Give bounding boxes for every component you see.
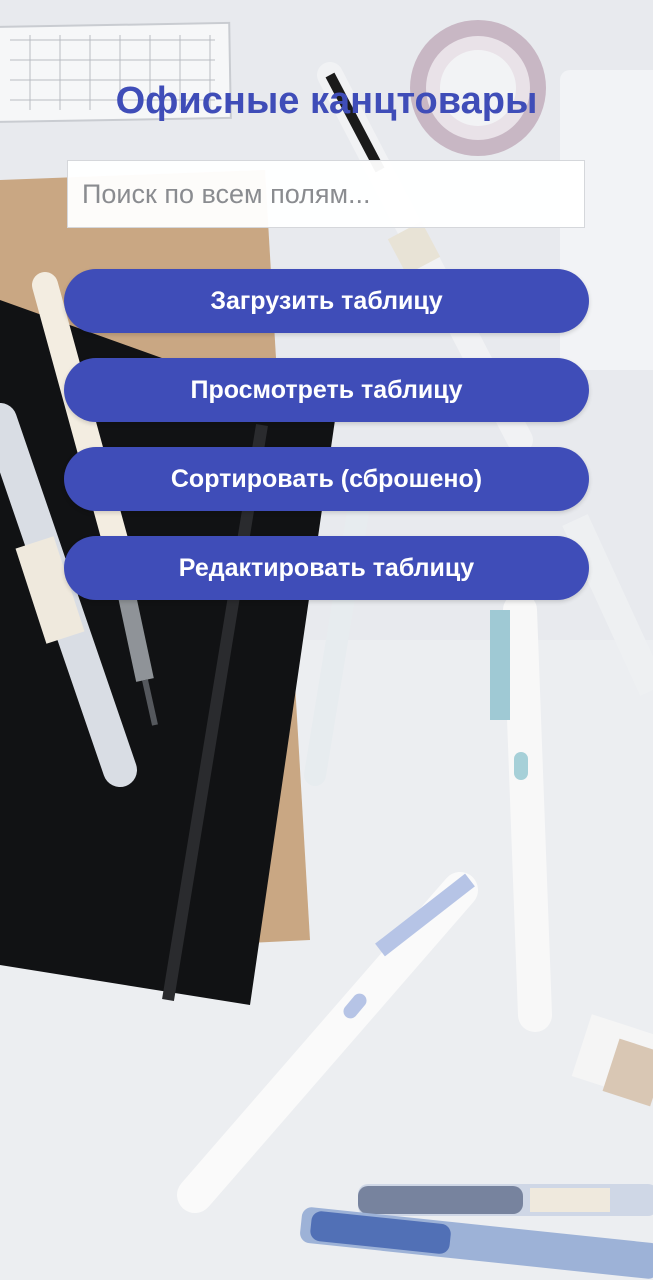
sort-button[interactable]: Сортировать (сброшено) xyxy=(64,447,589,511)
app-title: Офисные канцтовары xyxy=(115,80,538,122)
app-screen: Офисные канцтовары Загрузить таблицу Про… xyxy=(0,0,653,1280)
search-field[interactable] xyxy=(67,160,585,228)
load-table-button[interactable]: Загрузить таблицу xyxy=(64,269,589,333)
edit-table-button[interactable]: Редактировать таблицу xyxy=(64,536,589,600)
view-table-button[interactable]: Просмотреть таблицу xyxy=(64,358,589,422)
search-input[interactable] xyxy=(68,161,584,227)
